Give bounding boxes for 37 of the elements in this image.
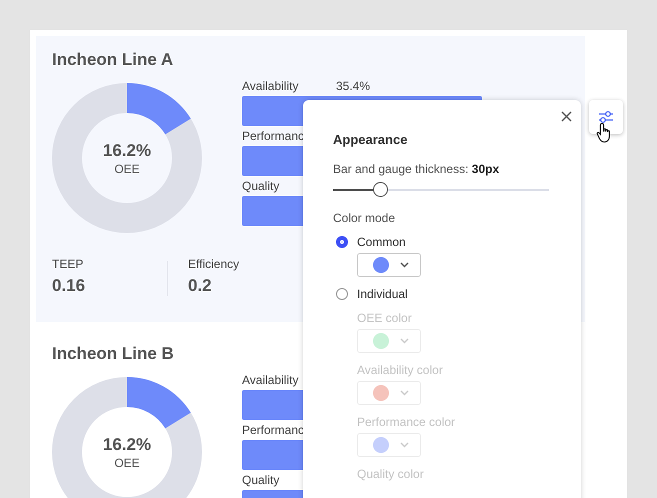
color-dropdown[interactable] [357,253,421,277]
metric-label: Performanc [242,423,306,437]
metric-label: Availability [242,79,300,93]
chevron-down-icon [400,338,409,344]
thickness-slider[interactable] [333,181,549,199]
metric-label: Quality [242,473,280,487]
chevron-down-icon [400,262,409,268]
metric-label: Performanc [242,129,306,143]
color-mode-label: Color mode [333,211,396,225]
color-label: Availability color [357,363,444,377]
card-title: Incheon Line B [52,344,175,364]
oee-value: 16.2% [102,434,152,454]
color-label: Quality color [357,467,425,481]
card-title: Incheon Line A [52,50,174,70]
radio-label[interactable]: Common [357,235,406,249]
settings-button[interactable] [589,100,623,134]
oee-label: OEE [114,162,140,176]
close-icon[interactable] [561,111,572,122]
color-label: OEE color [357,311,413,325]
metric-value: 35.4% [336,79,370,93]
sliders-icon [599,111,613,123]
color-label: Performance color [357,415,456,429]
stat-value: 0.16 [52,276,86,296]
stat-label: TEEP [52,257,84,271]
stat-value: 0.2 [188,276,213,296]
stat-label: Efficiency [188,257,240,271]
metric-label: Quality [242,179,280,193]
chevron-down-icon [400,390,409,396]
radio-button[interactable] [336,288,348,300]
metric-label: Availability [242,373,300,387]
radio-button[interactable] [336,236,348,248]
oee-value: 16.2% [102,140,152,160]
oee-label: OEE [114,456,140,470]
section-heading: Appearance [333,132,408,147]
radio-label[interactable]: Individual [357,287,408,301]
chevron-down-icon [400,442,409,448]
thickness-label: Bar and gauge thickness: 30px [333,162,500,176]
